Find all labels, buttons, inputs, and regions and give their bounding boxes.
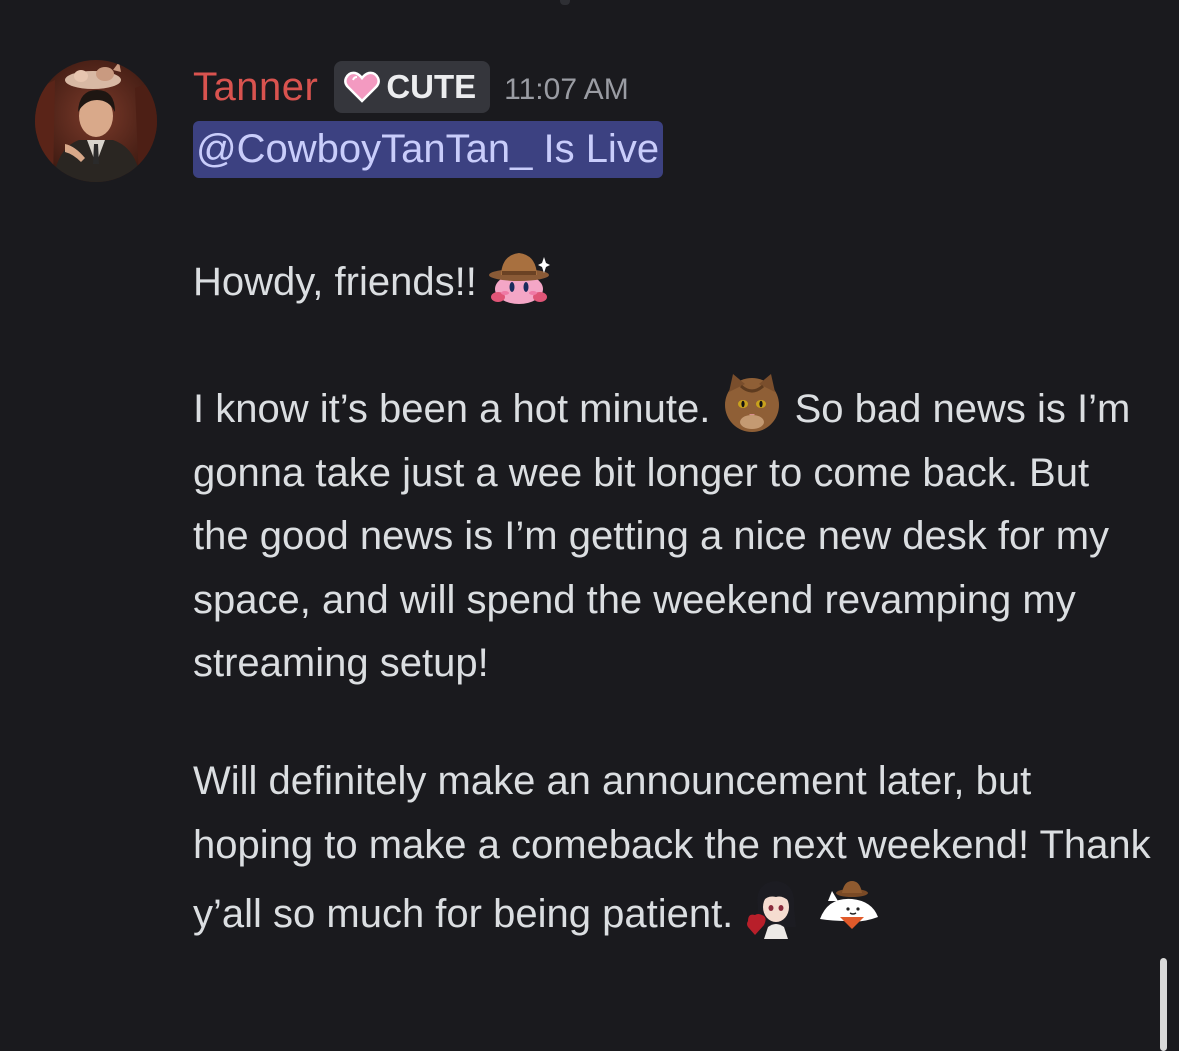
pink-heart-icon: [344, 71, 381, 103]
message-paragraph-2: I know it’s been a hot minute. So bad ne…: [193, 372, 1153, 696]
timestamp[interactable]: 11:07 AM: [504, 67, 629, 107]
paragraph-text: Will definitely make an announcement lat…: [193, 759, 1151, 936]
message-paragraph-1: Howdy, friends!!: [193, 245, 1153, 315]
role-badge[interactable]: CUTE: [334, 61, 491, 113]
message-paragraph-3: Will definitely make an announcement lat…: [193, 750, 1153, 947]
paragraph-text: So bad news is I’m gonna take just a wee…: [193, 387, 1131, 685]
paragraph-text: I know it’s been a hot minute.: [193, 387, 711, 431]
kirby-cowboy-emoji[interactable]: [488, 245, 550, 307]
paragraph-text: Howdy, friends!!: [193, 260, 477, 304]
scrollbar[interactable]: [1160, 958, 1167, 1051]
cat-face-emoji[interactable]: [721, 372, 783, 434]
chat-message: Tanner CUTE 11:07 AM @CowboyTanTan_ Is L…: [0, 0, 1179, 1051]
role-mention[interactable]: @CowboyTanTan_ Is Live: [193, 121, 664, 178]
author-name[interactable]: Tanner: [193, 65, 318, 110]
mention-line: @CowboyTanTan_ Is Live: [193, 121, 664, 178]
anime-girl-heart-emoji[interactable]: [744, 877, 806, 939]
role-label: CUTE: [386, 68, 477, 105]
cowboy-cat-emoji[interactable]: [818, 877, 880, 939]
message-header: Tanner CUTE 11:07 AM: [193, 58, 629, 116]
avatar[interactable]: [35, 60, 157, 182]
